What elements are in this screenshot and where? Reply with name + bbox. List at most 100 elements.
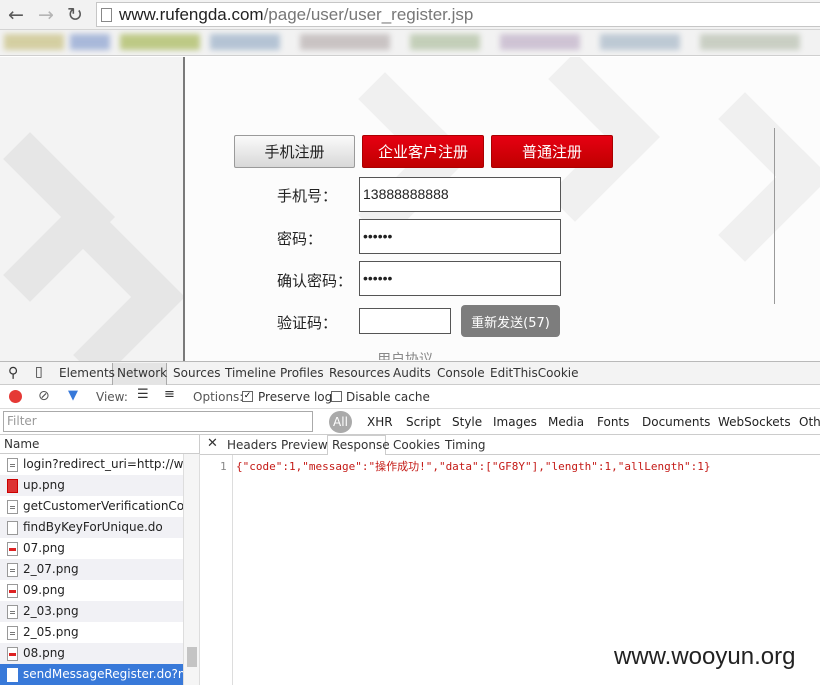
bookmarks-bar [0, 30, 820, 56]
file-icon [7, 668, 18, 682]
record-icon[interactable] [9, 390, 22, 403]
filter-icon[interactable]: ▼ [68, 388, 78, 403]
reload-icon[interactable]: ↻ [64, 4, 86, 26]
filter-script[interactable]: Script [406, 415, 441, 429]
clear-icon[interactable]: ⊘ [38, 388, 50, 404]
password-label: 密码： [277, 230, 323, 248]
tab-preview[interactable]: Preview [281, 438, 328, 452]
panel-divider [774, 128, 775, 304]
request-row[interactable]: 08.png [0, 643, 183, 664]
tab-headers[interactable]: Headers [227, 438, 277, 452]
request-row[interactable]: 2_07.png [0, 559, 183, 580]
tab-elements[interactable]: Elements [59, 366, 115, 380]
filter-images[interactable]: Images [493, 415, 537, 429]
filter-fonts[interactable]: Fonts [597, 415, 629, 429]
device-mode-icon[interactable]: ▯ [35, 364, 43, 380]
confirm-password-input[interactable]: •••••• [359, 261, 561, 296]
request-name: sendMessageRegister.do?m... [23, 667, 183, 681]
filter-documents[interactable]: Documents [642, 415, 710, 429]
tab-editthiscookie[interactable]: EditThisCookie [490, 366, 579, 380]
image-icon [7, 605, 18, 619]
filter-input[interactable]: Filter [3, 411, 313, 432]
filter-bar: Filter All XHR Script Style Images Media… [0, 409, 820, 435]
image-icon [7, 563, 18, 577]
filter-websockets[interactable]: WebSockets [718, 415, 791, 429]
options-label: Options: [193, 390, 244, 404]
url-host: www.rufengda.com [119, 5, 264, 24]
tab-timeline[interactable]: Timeline [225, 366, 276, 380]
document-icon [7, 458, 18, 472]
verification-code-input[interactable] [359, 308, 451, 334]
request-row[interactable]: 2_05.png [0, 622, 183, 643]
filter-xhr[interactable]: XHR [367, 415, 393, 429]
request-name: getCustomerVerificationCo... [23, 499, 183, 513]
tab-response[interactable]: Response [332, 438, 390, 452]
bg-arrow [660, 92, 820, 262]
tab-cookies[interactable]: Cookies [393, 438, 440, 452]
tab-sources[interactable]: Sources [173, 366, 220, 380]
tab-network[interactable]: Network [117, 366, 167, 380]
image-icon [7, 542, 18, 556]
request-name: 08.png [23, 646, 65, 660]
password-input[interactable]: •••••• [359, 219, 561, 254]
search-icon[interactable]: ⚲ [8, 365, 18, 381]
blurred-bookmark [210, 34, 280, 50]
blurred-bookmark [600, 34, 680, 50]
request-name: 2_03.png [23, 604, 79, 618]
tab-timing[interactable]: Timing [445, 438, 486, 452]
request-row[interactable]: 2_03.png [0, 601, 183, 622]
disable-cache-checkbox[interactable] [331, 391, 342, 402]
request-row[interactable]: 07.png [0, 538, 183, 559]
disable-cache-label: Disable cache [346, 390, 430, 404]
tab-enterprise-register[interactable]: 企业客户注册 [362, 135, 484, 168]
request-name: login?redirect_uri=http://w... [23, 457, 183, 471]
image-icon [7, 626, 18, 640]
filter-media[interactable]: Media [548, 415, 584, 429]
confirm-password-label: 确认密码： [277, 272, 353, 290]
phone-label: 手机号： [277, 187, 338, 205]
preserve-log-checkbox[interactable]: ✓ [242, 391, 253, 402]
request-row-selected[interactable]: sendMessageRegister.do?m... [0, 664, 183, 685]
filter-style[interactable]: Style [452, 415, 482, 429]
request-row[interactable]: up.png [0, 475, 183, 496]
waterfall-icon[interactable]: ≡ [164, 387, 175, 402]
tab-phone-register[interactable]: 手机注册 [234, 135, 355, 168]
filter-other[interactable]: Other [799, 415, 820, 429]
tab-audits[interactable]: Audits [393, 366, 431, 380]
filter-all[interactable]: All [329, 411, 352, 433]
tab-resources[interactable]: Resources [329, 366, 390, 380]
request-name: 2_07.png [23, 562, 79, 576]
request-row[interactable]: login?redirect_uri=http://w... [0, 454, 183, 475]
preserve-log-label: Preserve log [258, 390, 333, 404]
request-name: 07.png [23, 541, 65, 555]
blurred-bookmark [4, 34, 64, 50]
request-name: 09.png [23, 583, 65, 597]
resend-code-button[interactable]: 重新发送(57) [461, 305, 560, 337]
request-row[interactable]: findByKeyForUnique.do [0, 517, 183, 538]
devtools-tabbar: ⚲ ▯ Elements Network Sources Timeline Pr… [0, 361, 820, 385]
tab-console[interactable]: Console [437, 366, 485, 380]
scrollbar-thumb[interactable] [187, 647, 197, 667]
blurred-bookmark [300, 34, 390, 50]
image-icon [7, 647, 18, 661]
request-row[interactable]: getCustomerVerificationCo... [0, 496, 183, 517]
user-agreement-link[interactable]: 用户协议 [377, 350, 433, 360]
phone-input[interactable]: 13888888888 [359, 177, 561, 212]
request-row[interactable]: 09.png [0, 580, 183, 601]
file-icon [7, 521, 18, 535]
blurred-bookmark [700, 34, 800, 50]
close-icon[interactable]: ✕ [207, 436, 218, 451]
blurred-bookmark [500, 34, 580, 50]
watermark: www.wooyun.org [614, 643, 796, 670]
forward-icon[interactable]: → [35, 4, 57, 26]
request-list-scrollbar[interactable] [183, 454, 200, 685]
large-rows-icon[interactable]: ☰ [137, 387, 149, 402]
tab-normal-register[interactable]: 普通注册 [491, 135, 613, 168]
address-bar[interactable]: www.rufengda.com/page/user/user_register… [96, 2, 820, 27]
page-icon [101, 8, 112, 22]
tab-profiles[interactable]: Profiles [280, 366, 324, 380]
view-label: View: [96, 390, 128, 404]
back-icon[interactable]: ← [5, 4, 27, 26]
document-icon [7, 500, 18, 514]
name-column-header[interactable]: Name [0, 435, 200, 454]
